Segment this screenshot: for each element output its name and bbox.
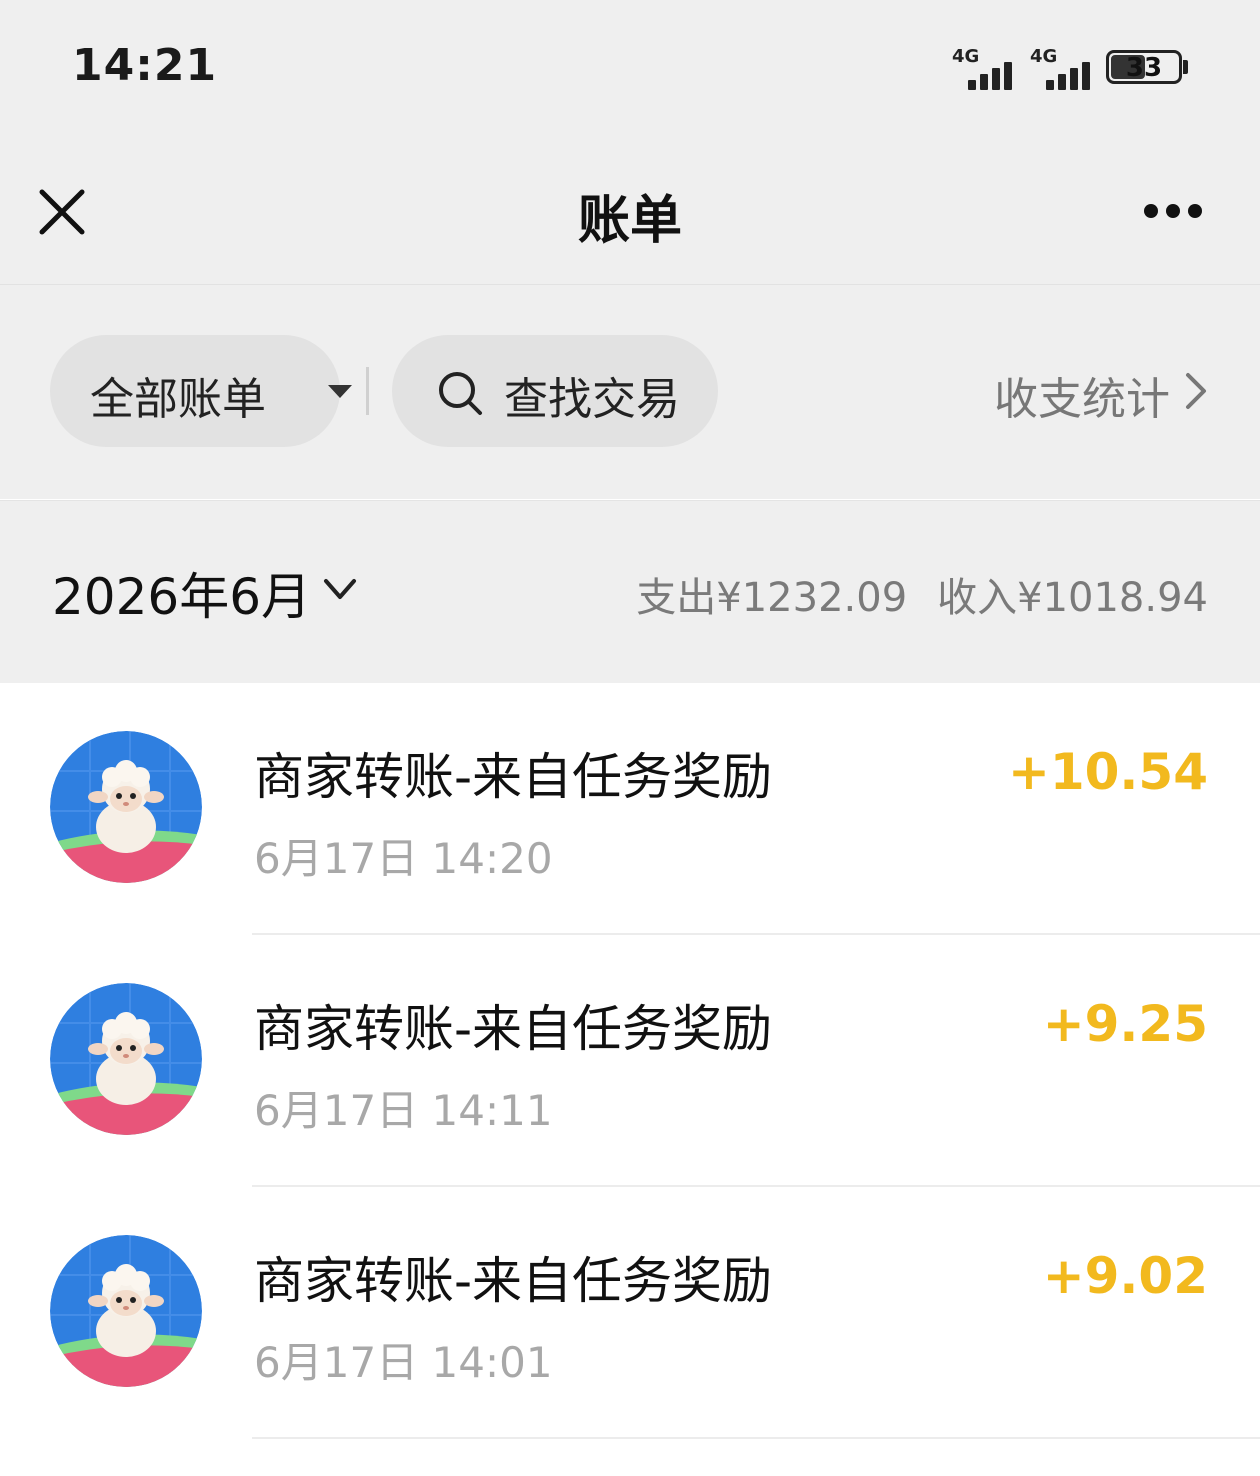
transaction-list: 商家转账-来自任务奖励 6月17日 14:20 +10.54 商家转账-来自任务… — [0, 683, 1260, 1439]
more-dots-icon[interactable] — [1136, 192, 1212, 232]
battery-icon: 33 — [1106, 50, 1182, 84]
search-label: 查找交易 — [504, 374, 680, 425]
month-totals: 支出¥1232.09 收入¥1018.94 — [636, 565, 1208, 623]
divider — [366, 367, 369, 415]
transaction-amount: +10.54 — [1007, 743, 1208, 801]
signal-1-icon: 4G — [952, 46, 1018, 92]
chevron-right-icon — [1182, 369, 1210, 413]
status-bar: 14:21 4G 4G 33 — [0, 0, 1260, 140]
search-icon — [436, 369, 484, 417]
status-time: 14:21 — [72, 40, 218, 91]
caret-down-icon — [328, 385, 352, 398]
transaction-row[interactable]: 商家转账-来自任务奖励 6月17日 14:01 +9.02 — [0, 1187, 1260, 1439]
transaction-time: 6月17日 14:01 — [254, 1338, 553, 1387]
network-type-label: 4G — [952, 46, 980, 67]
income-total: 收入¥1018.94 — [937, 575, 1208, 621]
signal-2-icon: 4G — [1030, 46, 1096, 92]
merchant-avatar — [50, 983, 202, 1135]
page-title: 账单 — [577, 191, 682, 251]
search-transactions-button[interactable]: 查找交易 — [392, 335, 718, 447]
transaction-amount: +9.25 — [1042, 995, 1208, 1053]
merchant-avatar — [50, 731, 202, 883]
network-type-label: 4G — [1030, 46, 1058, 67]
expense-total: 支出¥1232.09 — [636, 575, 908, 621]
transaction-row[interactable]: 商家转账-来自任务奖励 6月17日 14:20 +10.54 — [0, 683, 1260, 935]
transaction-amount: +9.02 — [1042, 1247, 1208, 1305]
merchant-avatar — [50, 1235, 202, 1387]
transaction-time: 6月17日 14:11 — [254, 1086, 553, 1135]
all-bills-dropdown[interactable]: 全部账单 — [50, 335, 352, 447]
transaction-time: 6月17日 14:20 — [254, 834, 553, 883]
battery-cap — [1183, 60, 1188, 74]
month-selector[interactable]: 2026年6月 — [52, 557, 311, 629]
filter-bar: 全部账单 查找交易 收支统计 — [0, 285, 1260, 499]
stats-link[interactable]: 收支统计 — [994, 363, 1170, 427]
transaction-row[interactable]: 商家转账-来自任务奖励 6月17日 14:11 +9.25 — [0, 935, 1260, 1187]
transaction-title: 商家转账-来自任务奖励 — [254, 748, 773, 806]
transaction-title: 商家转账-来自任务奖励 — [254, 1252, 773, 1310]
transaction-title: 商家转账-来自任务奖励 — [254, 1000, 773, 1058]
all-bills-label: 全部账单 — [90, 374, 266, 425]
month-summary-bar: 2026年6月 支出¥1232.09 收入¥1018.94 — [0, 500, 1260, 683]
bill-screen: 14:21 4G 4G 33 账单 全部账单 查找交易 收支统计 2026年6月… — [0, 0, 1260, 1476]
chevron-down-icon[interactable] — [322, 575, 358, 605]
battery-level: 33 — [1125, 53, 1163, 83]
row-divider — [252, 1437, 1260, 1439]
nav-header: 账单 — [0, 140, 1260, 285]
